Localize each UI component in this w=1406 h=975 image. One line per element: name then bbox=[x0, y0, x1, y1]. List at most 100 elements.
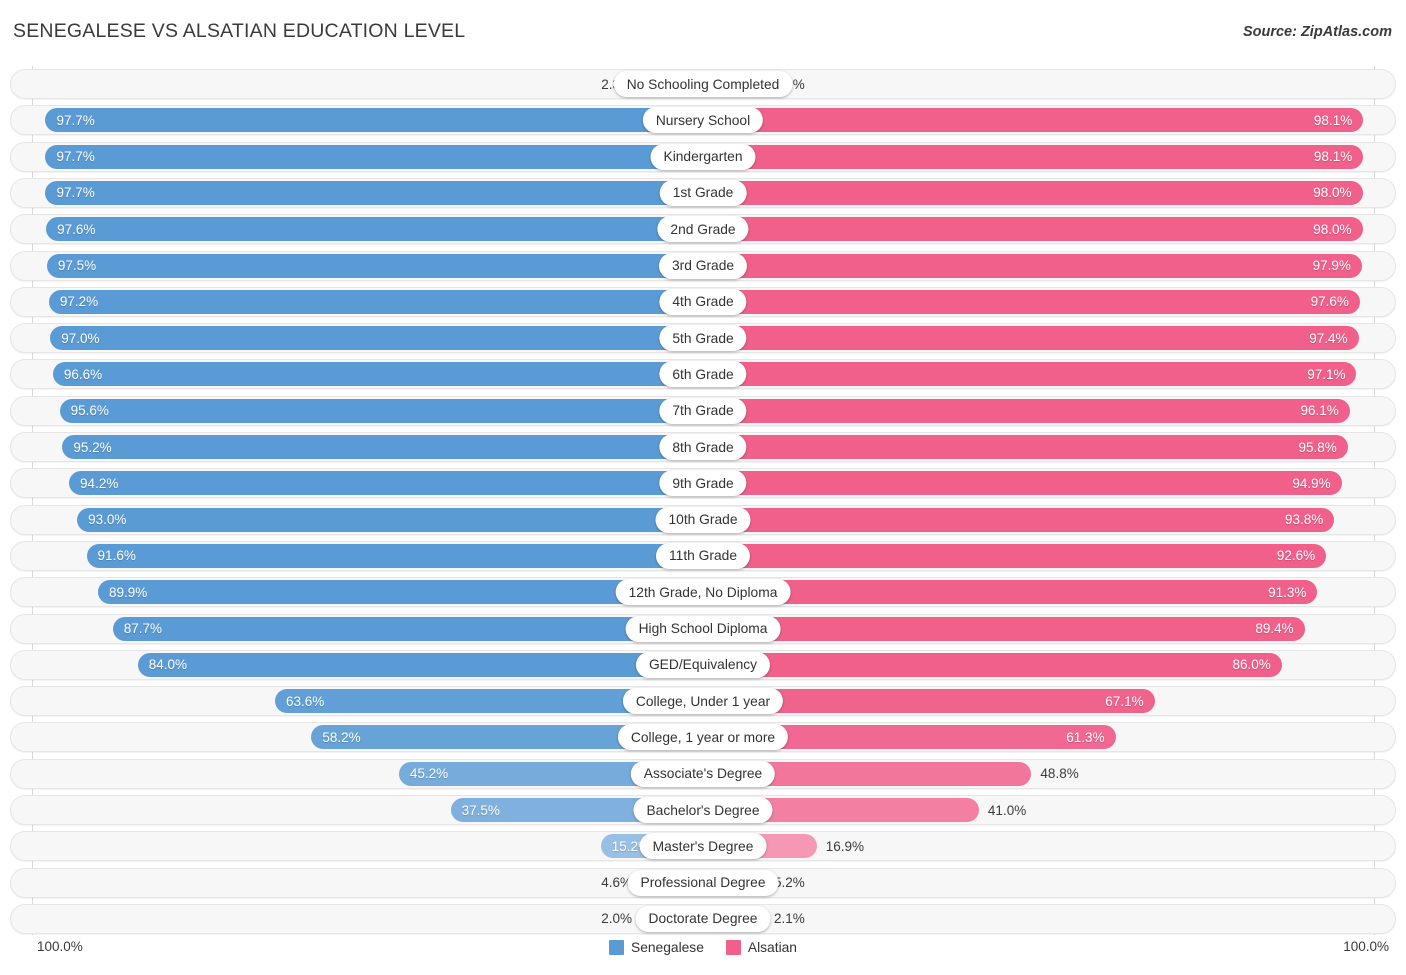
category-label[interactable]: 10th Grade bbox=[655, 506, 751, 533]
alsatian-bar[interactable]: 89.4% bbox=[703, 616, 1305, 641]
table-row[interactable]: 63.6% 67.1% College, Under 1 year bbox=[10, 686, 1396, 717]
senegalese-bar[interactable]: 87.7% bbox=[112, 616, 703, 641]
senegalese-bar[interactable]: 97.5% bbox=[46, 253, 703, 278]
category-label[interactable]: Nursery School bbox=[642, 107, 764, 134]
table-row[interactable]: 87.7% 89.4% High School Diploma bbox=[10, 613, 1396, 644]
senegalese-bar[interactable]: 97.7% bbox=[45, 180, 703, 205]
alsatian-value-label: 92.6% bbox=[1276, 548, 1316, 564]
table-row[interactable]: 97.7% 98.1% Kindergarten bbox=[10, 141, 1396, 172]
alsatian-bar[interactable]: 98.0% bbox=[703, 180, 1363, 205]
category-label[interactable]: 3rd Grade bbox=[658, 252, 748, 279]
category-label[interactable]: 4th Grade bbox=[659, 288, 747, 315]
senegalese-bar-region: 95.6% bbox=[30, 396, 703, 426]
alsatian-value-label: 94.9% bbox=[1292, 475, 1331, 491]
table-row[interactable]: 96.6% 97.1% 6th Grade bbox=[10, 359, 1396, 390]
legend-swatch-senegalese bbox=[609, 939, 624, 955]
category-label[interactable]: 9th Grade bbox=[659, 470, 747, 497]
table-row[interactable]: 45.2% 48.8% Associate's Degree bbox=[10, 758, 1396, 789]
legend-item-alsatian[interactable]: Alsatian bbox=[725, 939, 797, 955]
alsatian-bar[interactable]: 98.1% bbox=[703, 108, 1364, 133]
senegalese-value-label: 58.2% bbox=[322, 729, 361, 745]
category-label[interactable]: GED/Equivalency bbox=[635, 651, 771, 678]
table-row[interactable]: 93.0% 93.8% 10th Grade bbox=[10, 504, 1396, 535]
table-row[interactable]: 91.6% 92.6% 11th Grade bbox=[10, 540, 1396, 571]
senegalese-bar[interactable]: 97.6% bbox=[46, 217, 703, 242]
category-label[interactable]: Bachelor's Degree bbox=[633, 797, 773, 823]
senegalese-bar[interactable]: 93.0% bbox=[77, 507, 703, 532]
alsatian-value-label: 67.1% bbox=[1105, 693, 1144, 709]
alsatian-bar[interactable]: 97.4% bbox=[703, 326, 1359, 351]
category-label[interactable]: 7th Grade bbox=[659, 397, 747, 424]
alsatian-bar[interactable]: 98.1% bbox=[703, 144, 1364, 169]
alsatian-bar[interactable]: 94.9% bbox=[703, 471, 1342, 496]
category-label[interactable]: 8th Grade bbox=[659, 434, 747, 460]
legend-item-senegalese[interactable]: Senegalese bbox=[609, 939, 704, 955]
table-row[interactable]: 97.7% 98.1% Nursery School bbox=[10, 105, 1396, 136]
senegalese-bar[interactable]: 89.9% bbox=[97, 580, 703, 605]
alsatian-bar[interactable]: 97.6% bbox=[703, 289, 1360, 314]
alsatian-bar[interactable]: 93.8% bbox=[703, 507, 1335, 532]
table-row[interactable]: 58.2% 61.3% College, 1 year or more bbox=[10, 722, 1396, 753]
category-label[interactable]: 12th Grade, No Diploma bbox=[615, 579, 791, 606]
category-label[interactable]: 11th Grade bbox=[655, 542, 751, 569]
source-attribution: Source: ZipAtlas.com bbox=[1242, 24, 1392, 40]
category-label[interactable]: Doctorate Degree bbox=[635, 905, 771, 932]
table-row[interactable]: 89.9% 91.3% 12th Grade, No Diploma bbox=[10, 577, 1396, 608]
senegalese-bar[interactable]: 95.2% bbox=[62, 435, 703, 459]
table-row[interactable]: 37.5% 41.0% Bachelor's Degree bbox=[10, 795, 1396, 825]
table-row[interactable]: 97.6% 98.0% 2nd Grade bbox=[10, 214, 1396, 245]
senegalese-bar[interactable]: 91.6% bbox=[86, 543, 703, 568]
category-label[interactable]: No Schooling Completed bbox=[613, 71, 793, 97]
alsatian-bar[interactable]: 97.1% bbox=[703, 362, 1357, 387]
alsatian-value-label: 16.9% bbox=[825, 838, 865, 854]
category-label[interactable]: High School Diploma bbox=[625, 615, 781, 642]
senegalese-bar[interactable]: 97.7% bbox=[45, 108, 703, 133]
page-title: Senegalese vs Alsatian Education Level bbox=[13, 20, 466, 42]
senegalese-bar[interactable]: 97.7% bbox=[45, 144, 703, 169]
alsatian-bar[interactable]: 86.0% bbox=[703, 652, 1282, 677]
senegalese-bar[interactable]: 96.6% bbox=[52, 362, 703, 387]
alsatian-value-label: 5.2% bbox=[774, 875, 805, 891]
category-label[interactable]: 5th Grade bbox=[659, 325, 747, 352]
category-label[interactable]: 2nd Grade bbox=[657, 216, 749, 243]
senegalese-bar[interactable]: 97.2% bbox=[48, 289, 703, 314]
table-row[interactable]: 4.6% 5.2% Professional Degree bbox=[10, 867, 1396, 898]
alsatian-bar[interactable]: 97.9% bbox=[703, 253, 1362, 278]
senegalese-bar[interactable]: 94.2% bbox=[69, 471, 703, 496]
table-row[interactable]: 97.2% 97.6% 4th Grade bbox=[10, 286, 1396, 317]
alsatian-bar-region: 86.0% bbox=[703, 650, 1376, 680]
alsatian-bar[interactable]: 92.6% bbox=[703, 543, 1327, 568]
alsatian-bar-region: 97.4% bbox=[703, 323, 1376, 353]
table-row[interactable]: 2.0% 2.1% Doctorate Degree bbox=[10, 903, 1396, 934]
table-row[interactable]: 95.6% 96.1% 7th Grade bbox=[10, 395, 1396, 426]
category-label[interactable]: 6th Grade bbox=[659, 361, 747, 388]
table-row[interactable]: 95.2% 95.8% 8th Grade bbox=[10, 432, 1396, 462]
table-row[interactable]: 97.0% 97.4% 5th Grade bbox=[10, 323, 1396, 354]
table-row[interactable]: 15.2% 16.9% Master's Degree bbox=[10, 831, 1396, 862]
alsatian-bar[interactable]: 95.8% bbox=[703, 435, 1348, 459]
table-row[interactable]: 97.7% 98.0% 1st Grade bbox=[10, 177, 1396, 208]
alsatian-bar[interactable]: 91.3% bbox=[703, 580, 1318, 605]
table-row[interactable]: 84.0% 86.0% GED/Equivalency bbox=[10, 649, 1396, 680]
senegalese-bar-region: 2.0% bbox=[30, 904, 703, 934]
alsatian-value-label: 93.8% bbox=[1284, 512, 1324, 528]
alsatian-bar-region: 98.0% bbox=[703, 214, 1376, 244]
category-label[interactable]: Master's Degree bbox=[639, 833, 767, 860]
category-label[interactable]: 1st Grade bbox=[659, 179, 747, 206]
category-label[interactable]: Professional Degree bbox=[627, 869, 779, 896]
table-row[interactable]: 94.2% 94.9% 9th Grade bbox=[10, 468, 1396, 499]
senegalese-bar-region: 89.9% bbox=[30, 577, 703, 607]
alsatian-value-label: 95.8% bbox=[1298, 439, 1337, 455]
alsatian-value-label: 98.1% bbox=[1313, 112, 1353, 128]
table-row[interactable]: 97.5% 97.9% 3rd Grade bbox=[10, 250, 1396, 281]
alsatian-bar[interactable]: 98.0% bbox=[703, 217, 1363, 242]
category-label[interactable]: Associate's Degree bbox=[630, 760, 776, 787]
category-label[interactable]: College, Under 1 year bbox=[622, 688, 784, 715]
alsatian-bar[interactable]: 96.1% bbox=[703, 398, 1350, 423]
senegalese-bar[interactable]: 97.0% bbox=[50, 326, 703, 351]
senegalese-bar[interactable]: 84.0% bbox=[137, 652, 703, 677]
category-label[interactable]: Kindergarten bbox=[650, 143, 756, 170]
category-label[interactable]: College, 1 year or more bbox=[617, 724, 789, 751]
table-row[interactable]: 2.3%2.0%No Schooling Completed bbox=[10, 69, 1396, 99]
senegalese-bar[interactable]: 95.6% bbox=[59, 398, 703, 423]
